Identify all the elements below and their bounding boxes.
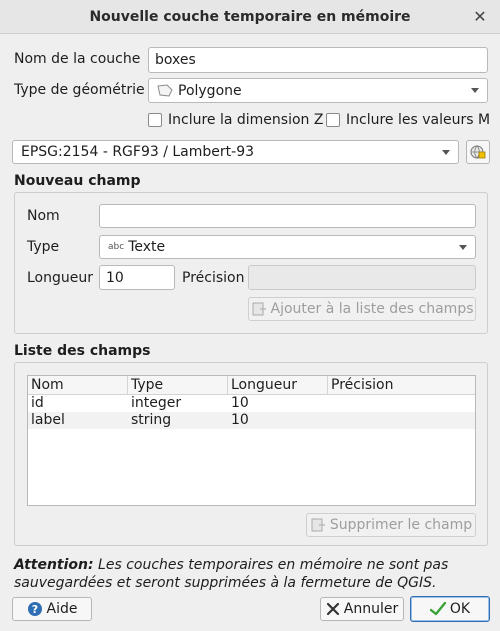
delete-field-button[interactable]: Supprimer le champ — [306, 513, 476, 537]
add-field-button[interactable]: Ajouter à la liste des champs — [248, 297, 476, 321]
field-name-input[interactable] — [99, 204, 476, 228]
table-row[interactable]: label string 10 — [28, 412, 475, 429]
add-field-button-label: Ajouter à la liste des champs — [270, 301, 474, 317]
cancel-button[interactable]: Annuler — [320, 597, 404, 621]
include-z-checkbox[interactable]: Inclure la dimension Z — [148, 112, 323, 128]
geometry-type-value: Polygone — [178, 82, 242, 99]
cell-precision — [328, 412, 475, 429]
ok-check-icon — [429, 602, 446, 616]
cell-type: integer — [131, 395, 182, 411]
help-icon: ? — [27, 601, 43, 617]
delete-field-button-label: Supprimer le champ — [329, 517, 473, 533]
crs-select-button[interactable] — [466, 140, 490, 164]
fields-table[interactable]: Nom Type Longueur Précision id integer 1… — [27, 375, 476, 506]
cell-length: 10 — [231, 412, 249, 428]
layer-name-input[interactable] — [148, 47, 488, 73]
table-row[interactable]: id integer 10 — [28, 395, 475, 412]
crs-value: EPSG:2154 - RGF93 / Lambert-93 — [21, 144, 255, 160]
delete-field-icon — [310, 517, 326, 533]
crs-globe-icon — [469, 143, 487, 161]
column-header-name[interactable]: Nom — [28, 376, 128, 394]
include-m-checkbox-box[interactable] — [326, 113, 340, 127]
polygon-icon — [157, 84, 173, 97]
field-type-select[interactable]: abc Texte — [99, 235, 476, 259]
field-list-section-title: Liste des champs — [14, 343, 151, 359]
column-header-precision[interactable]: Précision — [328, 376, 475, 394]
close-icon[interactable]: ✕ — [470, 7, 490, 27]
chevron-down-icon — [471, 88, 479, 93]
chevron-down-icon — [442, 149, 450, 155]
cell-type: string — [131, 412, 172, 428]
cell-name: id — [31, 395, 44, 411]
chevron-down-icon — [459, 244, 467, 250]
geometry-type-select[interactable]: Polygone — [148, 78, 488, 103]
new-field-section-title: Nouveau champ — [14, 173, 141, 189]
field-type-value: Texte — [128, 239, 166, 255]
add-field-icon — [251, 301, 267, 317]
cell-name: label — [31, 412, 65, 428]
text-type-icon: abc — [108, 242, 125, 252]
layer-name-label: Nom de la couche — [14, 51, 141, 67]
column-header-length[interactable]: Longueur — [228, 376, 328, 394]
ok-button-label: OK — [449, 601, 471, 617]
title-bar: Nouvelle couche temporaire en mémoire ✕ — [0, 0, 500, 34]
include-m-checkbox[interactable]: Inclure les valeurs M — [326, 112, 490, 128]
field-name-label: Nom — [27, 208, 60, 224]
field-length-label: Longueur — [27, 270, 93, 286]
help-button-label: Aide — [46, 601, 78, 617]
field-precision-input[interactable] — [248, 265, 476, 290]
warning-strong: Attention: — [14, 557, 94, 573]
include-z-checkbox-box[interactable] — [148, 113, 162, 127]
column-header-type[interactable]: Type — [128, 376, 228, 394]
cancel-x-icon — [326, 602, 340, 616]
field-type-label: Type — [27, 239, 60, 255]
cell-length: 10 — [231, 395, 249, 411]
crs-select[interactable]: EPSG:2154 - RGF93 / Lambert-93 — [12, 140, 459, 164]
cell-precision — [328, 395, 475, 412]
include-z-label: Inclure la dimension Z — [168, 112, 324, 128]
svg-text:?: ? — [31, 603, 37, 616]
include-m-label: Inclure les valeurs M — [346, 112, 491, 128]
ok-button[interactable]: OK — [410, 596, 490, 622]
fields-table-header: Nom Type Longueur Précision — [28, 376, 475, 395]
memory-layer-warning: Attention: Les couches temporaires en mé… — [14, 556, 484, 592]
cancel-button-label: Annuler — [343, 601, 399, 617]
window-title: Nouvelle couche temporaire en mémoire — [89, 9, 411, 25]
help-button[interactable]: ? Aide — [12, 597, 92, 621]
field-length-input[interactable] — [99, 265, 175, 290]
field-precision-label: Précision — [182, 270, 245, 286]
geometry-type-label: Type de géométrie — [14, 82, 145, 98]
